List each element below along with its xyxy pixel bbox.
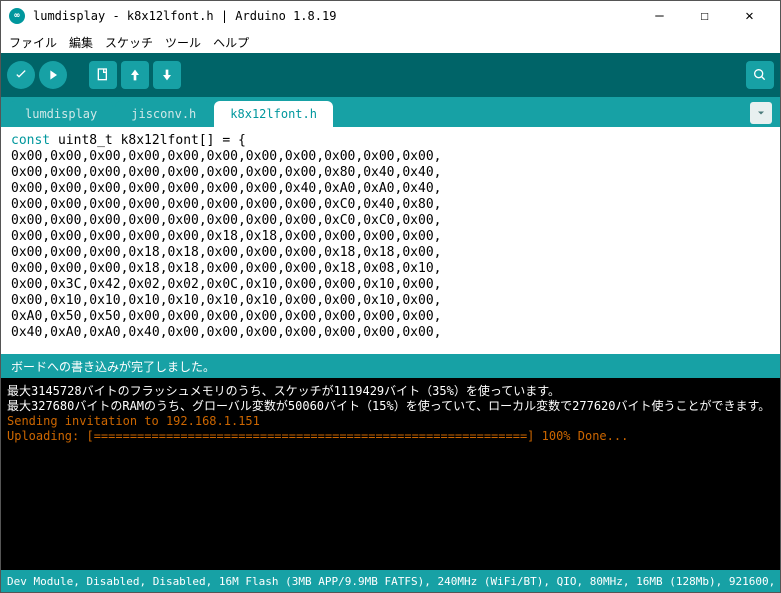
open-button[interactable] (121, 61, 149, 89)
window-controls: — ☐ ✕ (637, 2, 772, 30)
toolbar (1, 53, 780, 97)
code-line: 0x00,0x10,0x10,0x10,0x10,0x10,0x10,0x00,… (11, 293, 770, 309)
code-line: 0x00,0x00,0x00,0x00,0x00,0x00,0x00,0x00,… (11, 149, 770, 165)
arduino-logo-icon: ∞ (9, 8, 25, 24)
tab-lumdisplay[interactable]: lumdisplay (9, 101, 113, 127)
close-button[interactable]: ✕ (727, 2, 772, 30)
tab-jisconv[interactable]: jisconv.h (115, 101, 212, 127)
menu-sketch[interactable]: スケッチ (101, 32, 157, 53)
arrow-up-icon (127, 67, 143, 83)
code-line: 0x00,0x00,0x00,0x00,0x00,0x18,0x18,0x00,… (11, 229, 770, 245)
tab-menu-button[interactable] (750, 102, 772, 124)
maximize-button[interactable]: ☐ (682, 2, 727, 30)
arrow-right-icon (45, 67, 61, 83)
board-info: Dev Module, Disabled, Disabled, 16M Flas… (7, 575, 780, 588)
menu-tools[interactable]: ツール (161, 32, 205, 53)
status-message: ボードへの書き込みが完了しました。 (11, 358, 215, 375)
code-line: 0x00,0x00,0x00,0x00,0x00,0x00,0x00,0x00,… (11, 213, 770, 229)
tab-k8x12lfont[interactable]: k8x12lfont.h (214, 101, 333, 127)
code-line: const uint8_t k8x12lfont[] = { (11, 133, 770, 149)
code-line: 0x00,0x3C,0x42,0x02,0x02,0x0C,0x10,0x00,… (11, 277, 770, 293)
code-line: 0x00,0x00,0x00,0x00,0x00,0x00,0x00,0x40,… (11, 181, 770, 197)
bottombar: Dev Module, Disabled, Disabled, 16M Flas… (1, 570, 780, 592)
keyword: const (11, 133, 50, 148)
arrow-down-icon (159, 67, 175, 83)
code-line: 0x00,0x00,0x00,0x18,0x18,0x00,0x00,0x00,… (11, 245, 770, 261)
check-icon (13, 67, 29, 83)
console-line: Sending invitation to 192.168.1.151 (7, 414, 774, 429)
console[interactable]: 最大3145728バイトのフラッシュメモリのうち、スケッチが1119429バイト… (1, 378, 780, 570)
code-line: 0x40,0xA0,0xA0,0x40,0x00,0x00,0x00,0x00,… (11, 325, 770, 341)
window-title: lumdisplay - k8x12lfont.h | Arduino 1.8.… (33, 9, 637, 23)
code-line: 0xA0,0x50,0x50,0x00,0x00,0x00,0x00,0x00,… (11, 309, 770, 325)
tabbar: lumdisplay jisconv.h k8x12lfont.h (1, 97, 780, 127)
minimize-button[interactable]: — (637, 2, 682, 30)
save-button[interactable] (153, 61, 181, 89)
statusbar: ボードへの書き込みが完了しました。 (1, 354, 780, 378)
code-line: 0x00,0x00,0x00,0x00,0x00,0x00,0x00,0x00,… (11, 165, 770, 181)
console-line: 最大3145728バイトのフラッシュメモリのうち、スケッチが1119429バイト… (7, 384, 774, 399)
chevron-down-icon (755, 107, 767, 119)
serial-monitor-button[interactable] (746, 61, 774, 89)
console-line: Uploading: [============================… (7, 429, 774, 444)
menu-file[interactable]: ファイル (5, 32, 61, 53)
menu-edit[interactable]: 編集 (65, 32, 97, 53)
menu-help[interactable]: ヘルプ (209, 32, 253, 53)
new-button[interactable] (89, 61, 117, 89)
upload-button[interactable] (39, 61, 67, 89)
console-line: 最大327680バイトのRAMのうち、グローバル変数が50060バイト（15%）… (7, 399, 774, 414)
menubar: ファイル 編集 スケッチ ツール ヘルプ (1, 31, 780, 53)
code-editor[interactable]: const uint8_t k8x12lfont[] = { 0x00,0x00… (1, 127, 780, 354)
magnifier-icon (752, 67, 768, 83)
new-file-icon (95, 67, 111, 83)
code-line: 0x00,0x00,0x00,0x00,0x00,0x00,0x00,0x00,… (11, 197, 770, 213)
code-line: 0x00,0x00,0x00,0x18,0x18,0x00,0x00,0x00,… (11, 261, 770, 277)
verify-button[interactable] (7, 61, 35, 89)
titlebar: ∞ lumdisplay - k8x12lfont.h | Arduino 1.… (1, 1, 780, 31)
